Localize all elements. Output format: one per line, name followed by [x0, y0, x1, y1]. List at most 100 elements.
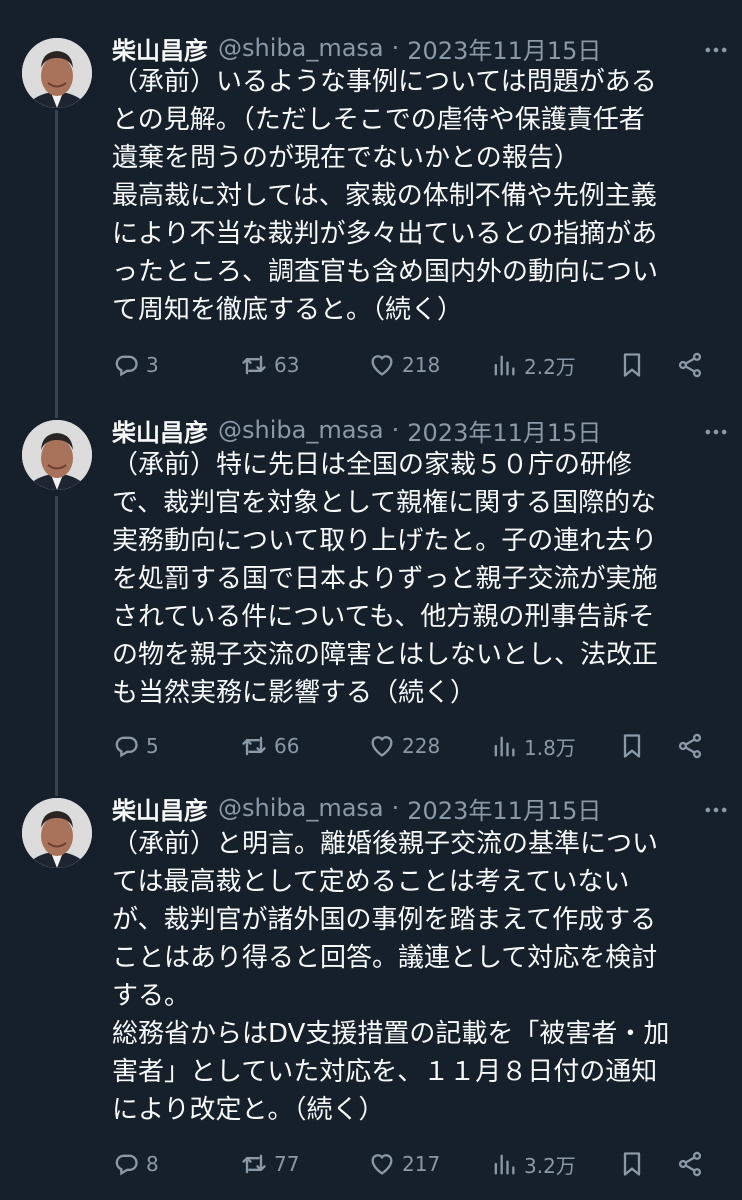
- retweet-count: 77: [274, 1152, 300, 1176]
- tweet-text-line: されている件についても、他方親の刑事告訴そ: [112, 602, 655, 632]
- reply-count: 3: [146, 353, 159, 377]
- tweet-text-line: の物を親子交流の障害とはしないとし、法改正: [112, 640, 659, 670]
- bookmark-icon: [618, 351, 646, 379]
- like-count: 228: [402, 734, 441, 758]
- bookmark-button[interactable]: [618, 1146, 646, 1182]
- tweet-date[interactable]: 2023年11月15日: [407, 413, 601, 448]
- tweet-text-line: （承前）特に先日は全国の家裁５０庁の研修: [112, 450, 633, 480]
- view-count: 3.2万: [524, 1153, 576, 1178]
- views-button[interactable]: 3.2万: [490, 1146, 576, 1182]
- share-button[interactable]: [676, 728, 704, 764]
- separator-dot: ·: [391, 794, 400, 822]
- tweet-actions: 5 66 228 1.8万: [112, 728, 724, 764]
- author-handle[interactable]: @shiba_masa: [218, 416, 384, 444]
- more-icon[interactable]: [702, 36, 730, 64]
- reply-icon: [112, 732, 140, 760]
- reply-button[interactable]: 3: [112, 347, 159, 383]
- view-count: 1.8万: [524, 735, 576, 760]
- thread-connector-line: [55, 110, 58, 412]
- views-icon: [490, 1150, 518, 1178]
- tweet-header: 柴山昌彦 @shiba_masa · 2023年11月15日: [112, 30, 722, 66]
- reply-count: 5: [146, 734, 159, 758]
- reply-button[interactable]: 8: [112, 1146, 159, 1182]
- tweet-text-line: する。: [112, 981, 191, 1011]
- thread-connector-line: [55, 412, 58, 418]
- share-icon: [676, 1150, 704, 1178]
- share-button[interactable]: [676, 1146, 704, 1182]
- tweet-text-line: （承前）と明言。離婚後親子交流の基準につい: [112, 829, 659, 859]
- separator-dot: ·: [391, 416, 400, 444]
- tweet-text-line: 遺棄を問うのが現在でないかとの報告）: [112, 143, 580, 173]
- bookmark-button[interactable]: [618, 728, 646, 764]
- reply-icon: [112, 1150, 140, 1178]
- tweet[interactable]: 柴山昌彦 @shiba_masa · 2023年11月15日 （承前）と明言。離…: [0, 790, 742, 1200]
- like-button[interactable]: 218: [368, 347, 440, 383]
- retweet-button[interactable]: 66: [240, 728, 299, 764]
- tweet-actions: 3 63 218 2.2万: [112, 347, 724, 383]
- share-icon: [676, 732, 704, 760]
- tweet-text: （承前）特に先日は全国の家裁５０庁の研修 で、裁判官を対象として親権に関する国際…: [112, 446, 724, 712]
- tweet-text-line: で、裁判官を対象として親権に関する国際的な: [112, 488, 657, 518]
- bookmark-button[interactable]: [618, 347, 646, 383]
- tweet-actions: 8 77 217 3.2万: [112, 1146, 724, 1182]
- view-count: 2.2万: [524, 354, 576, 379]
- tweet-text-line: ことはあり得ると回答。議連として対応を検討: [112, 943, 658, 973]
- tweet-date[interactable]: 2023年11月15日: [407, 791, 601, 826]
- tweet-header: 柴山昌彦 @shiba_masa · 2023年11月15日: [112, 412, 722, 448]
- heart-icon: [368, 1150, 396, 1178]
- tweet-text-line: により改定と。（続く）: [112, 1095, 385, 1125]
- heart-icon: [368, 351, 396, 379]
- tweet-header: 柴山昌彦 @shiba_masa · 2023年11月15日: [112, 790, 722, 826]
- tweet-text: （承前）いるような事例については問題がある との見解。（ただしそこでの虐待や保護…: [112, 63, 724, 329]
- retweet-count: 66: [274, 734, 300, 758]
- tweet-text-line: を処罰する国で日本よりずっと親子交流が実施: [112, 564, 658, 594]
- heart-icon: [368, 732, 396, 760]
- tweet-date[interactable]: 2023年11月15日: [407, 31, 601, 66]
- author-handle[interactable]: @shiba_masa: [218, 794, 384, 822]
- tweet-text-line: （承前）いるような事例については問題がある: [112, 67, 657, 97]
- more-icon[interactable]: [702, 796, 730, 824]
- tweet-text-line: 実務動向について取り上げたと。子の連れ去り: [112, 526, 658, 556]
- tweet-text-line: 害者」としていた対応を、１１月８日付の通知: [112, 1057, 658, 1087]
- views-icon: [490, 351, 518, 379]
- reply-icon: [112, 351, 140, 379]
- more-icon[interactable]: [702, 418, 730, 446]
- bookmark-icon: [618, 1150, 646, 1178]
- tweet-text-line: も当然実務に影響する（続く）: [112, 678, 477, 708]
- views-icon: [490, 732, 518, 760]
- like-count: 218: [402, 353, 441, 377]
- author-name[interactable]: 柴山昌彦: [112, 791, 208, 826]
- tweet-text-line: が、裁判官が諸外国の事例を踏まえて作成する: [112, 905, 657, 935]
- avatar[interactable]: [22, 38, 92, 108]
- retweet-icon: [240, 351, 268, 379]
- like-button[interactable]: 217: [368, 1146, 440, 1182]
- share-icon: [676, 351, 704, 379]
- tweet[interactable]: 柴山昌彦 @shiba_masa · 2023年11月15日 （承前）いるような…: [0, 0, 742, 412]
- retweet-button[interactable]: 63: [240, 347, 299, 383]
- thread: 柴山昌彦 @shiba_masa · 2023年11月15日 （承前）いるような…: [0, 0, 742, 1200]
- share-button[interactable]: [676, 347, 704, 383]
- views-button[interactable]: 2.2万: [490, 347, 576, 383]
- author-name[interactable]: 柴山昌彦: [112, 413, 208, 448]
- retweet-icon: [240, 1150, 268, 1178]
- avatar[interactable]: [22, 798, 92, 868]
- tweet-text-line: ては最高裁として定めることは考えていない: [112, 867, 630, 897]
- retweet-count: 63: [274, 353, 300, 377]
- retweet-icon: [240, 732, 268, 760]
- author-name[interactable]: 柴山昌彦: [112, 31, 208, 66]
- thread-connector-line: [55, 496, 58, 790]
- tweet-text-line: により不当な裁判が多々出ているとの指摘があ: [112, 219, 658, 249]
- like-count: 217: [402, 1152, 441, 1176]
- tweet[interactable]: 柴山昌彦 @shiba_masa · 2023年11月15日 （承前）特に先日は…: [0, 412, 742, 790]
- author-handle[interactable]: @shiba_masa: [218, 34, 384, 62]
- tweet-text-line: 総務省からはDV支援措置の記載を「被害者・加: [112, 1019, 670, 1049]
- like-button[interactable]: 228: [368, 728, 440, 764]
- tweet-text-line: て周知を徹底すると。（続く）: [112, 295, 464, 325]
- views-button[interactable]: 1.8万: [490, 728, 576, 764]
- reply-count: 8: [146, 1152, 159, 1176]
- reply-button[interactable]: 5: [112, 728, 159, 764]
- separator-dot: ·: [391, 34, 400, 62]
- avatar[interactable]: [22, 420, 92, 490]
- tweet-text-line: 最高裁に対しては、家裁の体制不備や先例主義: [112, 181, 657, 211]
- retweet-button[interactable]: 77: [240, 1146, 299, 1182]
